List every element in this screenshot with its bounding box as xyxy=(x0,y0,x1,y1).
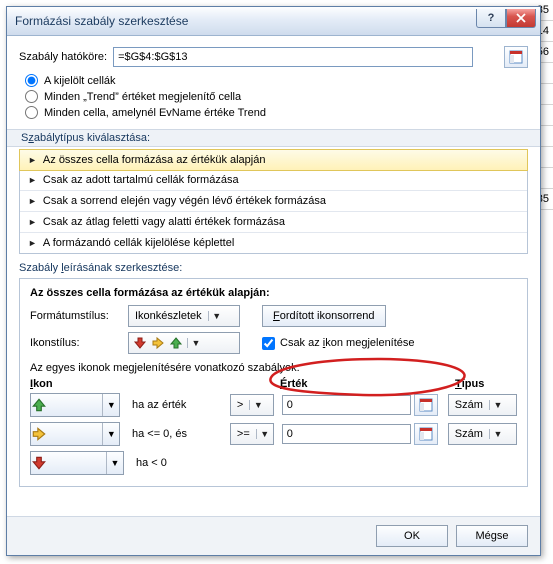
reverse-icon-order-button[interactable]: Fordított ikonsorrend xyxy=(262,305,386,327)
ruletype-item[interactable]: ►Csak az adott tartalmú cellák formázása xyxy=(20,170,527,191)
arrow-up-green-icon xyxy=(31,397,47,413)
format-style-combo[interactable]: Ikonkészletek ▼ xyxy=(128,305,240,327)
type-combo[interactable]: Szám▼ xyxy=(448,423,517,445)
triangle-icon: ► xyxy=(28,238,37,248)
chevron-down-icon: ▼ xyxy=(489,429,506,439)
range-picker-button[interactable] xyxy=(414,394,438,416)
icon-rule-row: ▼ ha < 0 xyxy=(30,451,517,475)
icon-picker[interactable]: ▼ xyxy=(30,422,120,446)
icon-style-label: Ikonstílus: xyxy=(30,337,122,349)
dialog-footer: OK Mégse xyxy=(7,516,540,555)
condition-text: ha < 0 xyxy=(132,457,238,469)
condition-text: ha <= 0, és xyxy=(128,428,230,440)
type-combo[interactable]: Szám▼ xyxy=(448,394,517,416)
condition-text: ha az érték xyxy=(128,399,230,411)
chevron-down-icon: ▼ xyxy=(256,429,273,439)
format-style-label: Formátumstílus: xyxy=(30,310,122,322)
desc-header: Szabály leírásának szerkesztése: xyxy=(19,262,528,274)
rule-description-panel: Az összes cella formázása az értékük ala… xyxy=(19,278,528,487)
chevron-down-icon: ▼ xyxy=(249,400,266,410)
close-button[interactable] xyxy=(506,9,536,28)
icon-picker[interactable]: ▼ xyxy=(30,451,124,475)
triangle-icon: ► xyxy=(28,217,37,227)
chevron-down-icon: ▼ xyxy=(187,338,204,348)
chevron-down-icon: ▼ xyxy=(102,423,119,445)
arrow-up-green-icon xyxy=(169,336,183,350)
icon-style-combo[interactable]: ▼ xyxy=(128,332,240,354)
value-input[interactable] xyxy=(282,395,411,415)
edit-formatting-rule-dialog: Formázási szabály szerkesztése ? Szabály… xyxy=(6,6,541,556)
icon-rule-row: ▼ ha az érték >▼ Szám▼ xyxy=(30,393,517,417)
arrow-right-yellow-icon xyxy=(151,336,165,350)
operator-combo[interactable]: >=▼ xyxy=(230,423,274,445)
titlebar[interactable]: Formázási szabály szerkesztése ? xyxy=(7,7,540,36)
arrow-down-red-icon xyxy=(133,336,147,350)
ok-button[interactable]: OK xyxy=(376,525,448,547)
ruletype-item[interactable]: ►Csak a sorrend elején vagy végén lévő é… xyxy=(20,191,527,212)
icon-picker[interactable]: ▼ xyxy=(30,393,120,417)
radio-all-trend[interactable]: Minden „Trend” értéket megjelenítő cella xyxy=(25,90,528,103)
chevron-down-icon: ▼ xyxy=(106,452,123,474)
cancel-button[interactable]: Mégse xyxy=(456,525,528,547)
scope-label: Szabály hatóköre: xyxy=(19,51,107,63)
arrow-right-yellow-icon xyxy=(31,426,47,442)
icon-rule-row: ▼ ha <= 0, és >=▼ Szám▼ xyxy=(30,422,517,446)
ruletype-item[interactable]: ►A formázandó cellák kijelölése képlette… xyxy=(20,233,527,253)
radio-evname-trend[interactable]: Minden cella, amelynél EvName értéke Tre… xyxy=(25,106,528,119)
range-picker-button[interactable] xyxy=(504,46,528,68)
show-icon-only-checkbox[interactable]: Csak az ikon megjelenítése xyxy=(262,337,415,350)
help-button[interactable]: ? xyxy=(476,9,506,28)
chevron-down-icon: ▼ xyxy=(102,394,119,416)
arrow-down-red-icon xyxy=(31,455,47,471)
chevron-down-icon: ▼ xyxy=(208,311,225,321)
operator-combo[interactable]: >▼ xyxy=(230,394,274,416)
scope-input[interactable] xyxy=(113,47,473,67)
column-headers: Ikon Érték Típus xyxy=(30,378,517,390)
ruletype-item[interactable]: ►Csak az átlag feletti vagy alatti érték… xyxy=(20,212,527,233)
ruletype-header: Szabálytípus kiválasztása: xyxy=(7,129,540,147)
triangle-icon: ► xyxy=(28,155,37,165)
scope-radios: A kijelölt cellák Minden „Trend” értéket… xyxy=(25,74,528,119)
chevron-down-icon: ▼ xyxy=(489,400,506,410)
radio-selected-cells[interactable]: A kijelölt cellák xyxy=(25,74,528,87)
panel-title: Az összes cella formázása az értékük ala… xyxy=(30,287,517,299)
ruletypes-list: ►Az összes cella formázása az értékük al… xyxy=(19,149,528,254)
icon-rules-subhead: Az egyes ikonok megjelenítésére vonatkoz… xyxy=(30,362,517,374)
triangle-icon: ► xyxy=(28,196,37,206)
value-input[interactable] xyxy=(282,424,411,444)
triangle-icon: ► xyxy=(28,175,37,185)
ruletype-item[interactable]: ►Az összes cella formázása az értékük al… xyxy=(19,149,528,171)
dialog-title: Formázási szabály szerkesztése xyxy=(15,14,188,28)
range-picker-button[interactable] xyxy=(414,423,438,445)
